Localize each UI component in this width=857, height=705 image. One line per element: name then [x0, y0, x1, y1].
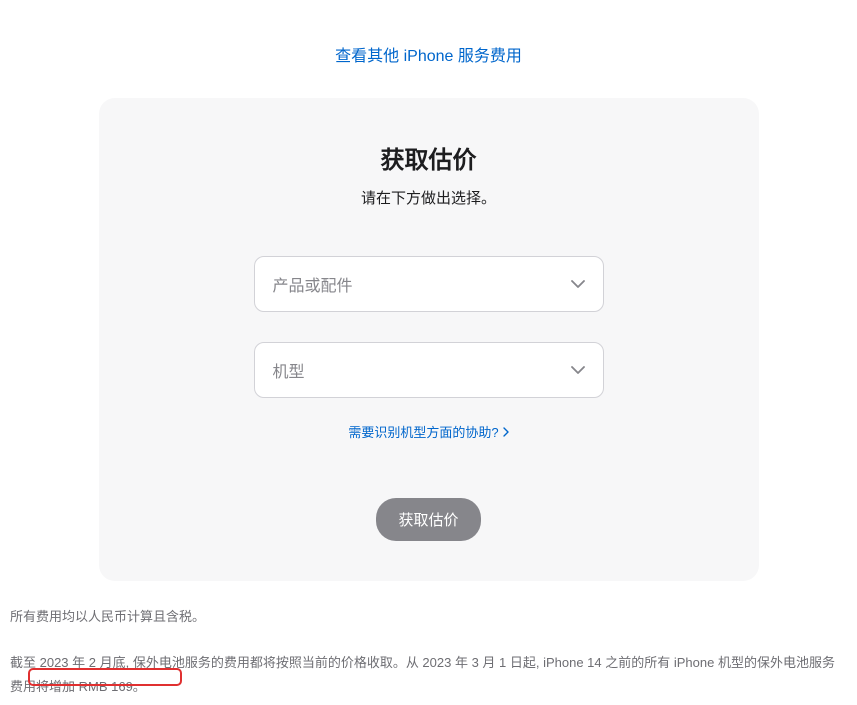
- product-select-placeholder: 产品或配件: [273, 272, 353, 296]
- top-link-container: 查看其他 iPhone 服务费用: [0, 42, 857, 66]
- identify-model-help-link[interactable]: 需要识别机型方面的协助?: [348, 422, 508, 441]
- model-select-placeholder: 机型: [273, 358, 305, 382]
- product-select-wrapper: 产品或配件: [254, 256, 604, 312]
- product-select[interactable]: 产品或配件: [254, 256, 604, 312]
- help-link-label: 需要识别机型方面的协助?: [348, 422, 498, 441]
- chevron-right-icon: [503, 427, 509, 437]
- chevron-down-icon: [571, 280, 585, 288]
- model-select[interactable]: 机型: [254, 342, 604, 398]
- help-link-container: 需要识别机型方面的协助?: [139, 422, 719, 442]
- footer-notes: 所有费用均以人民币计算且含税。 截至 2023 年 2 月底, 保外电池服务的费…: [10, 607, 840, 700]
- price-change-note: 截至 2023 年 2 月底, 保外电池服务的费用都将按照当前的价格收取。从 2…: [10, 651, 840, 700]
- chevron-down-icon: [571, 366, 585, 374]
- card-title: 获取估价: [139, 140, 719, 175]
- currency-note: 所有费用均以人民币计算且含税。: [10, 607, 840, 627]
- estimate-card: 获取估价 请在下方做出选择。 产品或配件 机型 需要识别机型方面的协助? 获取估…: [99, 98, 759, 581]
- card-subtitle: 请在下方做出选择。: [139, 187, 719, 208]
- price-change-text: 截至 2023 年 2 月底, 保外电池服务的费用都将按照当前的价格收取。从 2…: [10, 655, 835, 695]
- get-estimate-button[interactable]: 获取估价: [376, 498, 480, 541]
- model-select-wrapper: 机型: [254, 342, 604, 398]
- other-services-link[interactable]: 查看其他 iPhone 服务费用: [335, 48, 522, 65]
